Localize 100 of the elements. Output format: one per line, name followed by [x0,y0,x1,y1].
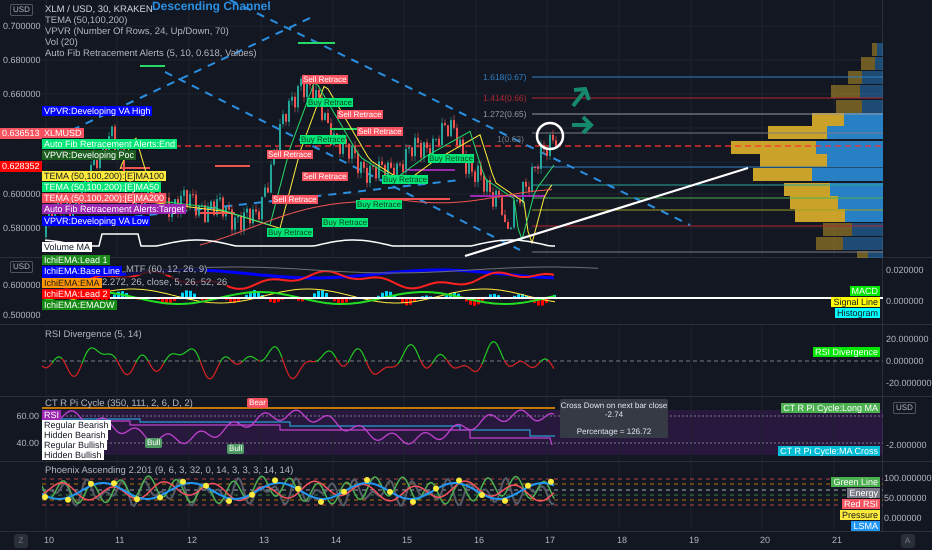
tooltip-text: -2.74 [604,410,624,419]
axis-label: 0.600000 [3,280,41,290]
axis-label: 0.680000 [3,55,41,65]
axis-label: 0.500000 [3,310,41,320]
time-label: 12 [187,535,198,546]
series-label: IchiEMA:EMA [42,278,102,288]
series-label: Volume MA [42,242,92,252]
time-label: 13 [259,535,270,546]
axis-label: 0.020000 [886,265,924,275]
signal-tag: Sell Retrace [337,110,383,119]
legend-text: 2.272, 26, close, 5, 26, 52, 26 [102,277,228,288]
series-label: TEMA (50,100,200):[E]MA50 [42,182,162,192]
arrow-icon [571,86,591,108]
axis-label: 0.000000 [886,296,924,306]
series-label: Regular Bullish [42,440,107,450]
series-label: Energy [847,488,880,498]
series-label: TEMA (50,100,200):[E]MA100 [42,171,166,181]
chart-title: Descending Channel [152,0,271,13]
time-label: 20 [760,535,770,546]
signal-tag: Buy Retrace [300,135,346,144]
axis-label: 100.000000 [884,473,932,483]
series-label: VPVR:Developing Poc [42,150,136,160]
signal-tag: Sell Retrace [272,195,318,204]
series-label: VPVR:Developing VA Low [42,216,150,226]
series-label: Signal Line [831,297,880,307]
price-label: 0.636513 [0,128,42,139]
axis-button[interactable]: Z [14,534,28,548]
series-label: Auto Fib Retracement Alerts:End [42,139,178,149]
signal-tag: Sell Retrace [302,75,348,84]
signal-tag: Sell Retrace [357,127,403,136]
series-label: MACD [850,286,880,296]
series-label: TEMA (50,100,200):[E]MA200 [42,193,166,203]
series-label: Green Line [831,477,880,487]
time-label: 21 [832,535,842,546]
fib-level-label: 1.618(0.67) [483,72,526,82]
time-label: 10 [44,535,54,546]
legend-text: CT R Pi Cycle (350, 111, 2, 6, D, 2) [45,398,193,409]
axis-label: 0.580000 [3,223,41,233]
price-label: 0.628352 [0,161,42,172]
signal-tag: Bull [145,438,162,448]
currency-label: USD [893,402,916,414]
fib-level-label: 1(0.63) [497,134,524,144]
series-label: RSI [42,410,62,420]
axis-label: 50.000000 [884,493,927,503]
tooltip-text: Percentage = 126.72 [576,427,652,436]
signal-tag: Buy Retrace [322,218,368,227]
signal-tag: Buy Retrace [267,228,314,237]
legend-text: XLM / USD, 30, KRAKEN [45,4,153,15]
signal-tag: Bear [247,398,268,408]
signal-tag: Bull [227,444,244,454]
series-label: XLMUSD [42,128,84,138]
series-label: Hidden Bullish [42,450,104,460]
series-label: LSMA [851,521,880,531]
signal-tag: Buy Retrace [382,175,428,184]
series-label: CT R Pi Cycle:Long MA [781,403,880,413]
time-label: 15 [402,535,412,546]
series-label: Auto Fib Retracement Alerts:Target [42,204,186,214]
time-label: 14 [331,535,342,546]
axis-label: 0.000000 [886,356,924,366]
signal-tag: Buy Retrace [428,154,474,163]
series-label: Histogram [834,308,880,318]
legend-text: RSI Divergence (5, 14) [45,329,142,340]
signal-tag: Buy Retrace [307,98,354,107]
series-label: RSI Divergence [812,347,880,357]
series-label: IchiEMA:Lead 1 [42,255,110,265]
legend-text: TEMA (50,100,200) [45,15,128,26]
legend-text: Auto Fib Retracement Alerts (5, 10, 0.618, Values) [45,48,257,59]
series-label: Red RSI [842,499,880,509]
series-label: IchiEMA:Lead 2 [42,289,110,299]
axis-label: 0.700000 [3,21,41,31]
signal-tag: Sell Retrace [267,150,313,159]
tooltip-text: Cross Down on next bar close [560,401,668,410]
legend-text: VPVR (Number Of Rows, 24, Up/Down, 70) [45,26,229,37]
currency-label: USD [10,261,33,273]
axis-label: 20.000000 [886,334,929,344]
arrow-icon [572,116,594,134]
time-label: 19 [689,535,700,546]
axis-label: 0.660000 [3,89,41,99]
axis-label: 40.00 [16,438,39,448]
series-label: Hidden Bearish [42,430,108,440]
axis-label: 60.00 [16,411,39,421]
legend-text: Vol (20) [45,37,78,48]
time-label: 17 [545,535,556,546]
signal-tag: Buy Retrace [356,200,402,209]
time-label: 18 [617,535,628,546]
time-label: 11 [115,535,124,546]
series-label: VPVR:Developing VA High [42,106,152,116]
legend-text: MTF (60, 12, 26, 9) [126,264,208,275]
axis-label: -2.000000 [886,440,927,450]
series-label: IchiEMA:EMADW [42,300,117,310]
fib-level-label: 1.414(0.66) [483,93,526,103]
axis-label: 0.600000 [3,189,41,199]
legend-text: Phoenix Ascending 2.201 (9, 6, 3, 32, 0, 14, 3, 3, 3, 14, 14) [45,465,294,476]
series-label: Pressure [840,510,880,520]
axis-label: 0.000000 [884,513,922,523]
auto-scale-button[interactable]: A [900,534,914,548]
signal-tag: Sell Retrace [302,172,348,181]
axis-label: -20.000000 [886,378,932,388]
time-label: 16 [474,535,484,546]
currency-label: USD [10,4,33,16]
